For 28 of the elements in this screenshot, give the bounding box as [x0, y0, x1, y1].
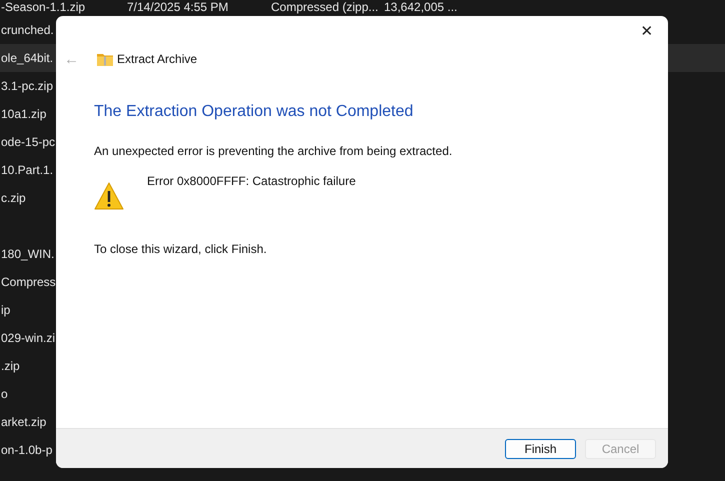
- file-name[interactable]: Compress: [1, 275, 56, 289]
- message-text: An unexpected error is preventing the archive from being extracted.: [94, 143, 454, 160]
- file-name[interactable]: arket.zip: [1, 415, 46, 429]
- file-name[interactable]: .zip: [1, 359, 20, 373]
- file-name[interactable]: 180_WIN.: [1, 247, 54, 261]
- instruction-text: To close this wizard, click Finish.: [94, 241, 268, 258]
- zip-folder-icon: [97, 52, 113, 66]
- file-name[interactable]: ole_64bit.: [1, 51, 54, 65]
- error-text: Error 0x8000FFFF: Catastrophic failure: [147, 173, 356, 190]
- file-name[interactable]: -Season-1.1.zip: [1, 0, 86, 14]
- file-type: Compressed (zipp...: [271, 0, 378, 14]
- file-name[interactable]: 029-win.zi: [1, 331, 56, 345]
- close-button[interactable]: ✕: [634, 20, 660, 44]
- file-size: 13,642,005 ...: [384, 0, 458, 14]
- file-name[interactable]: ode-15-pc: [1, 135, 56, 149]
- file-name[interactable]: crunched.: [1, 23, 54, 37]
- warning-icon: [94, 182, 124, 210]
- file-name[interactable]: 10.Part.1.: [1, 163, 54, 177]
- file-name[interactable]: ip: [1, 303, 10, 317]
- file-name[interactable]: o: [1, 387, 8, 401]
- heading: The Extraction Operation was not Completed: [94, 102, 414, 122]
- file-name[interactable]: 3.1-pc.zip: [1, 79, 54, 93]
- file-name[interactable]: on-1.0b-p: [1, 443, 52, 457]
- file-name[interactable]: 10a1.zip: [1, 107, 46, 121]
- finish-button[interactable]: Finish: [505, 438, 576, 458]
- file-date: 7/14/2025 4:55 PM: [127, 0, 228, 14]
- dialog-title: Extract Archive: [117, 51, 198, 68]
- file-name[interactable]: c.zip: [1, 191, 26, 205]
